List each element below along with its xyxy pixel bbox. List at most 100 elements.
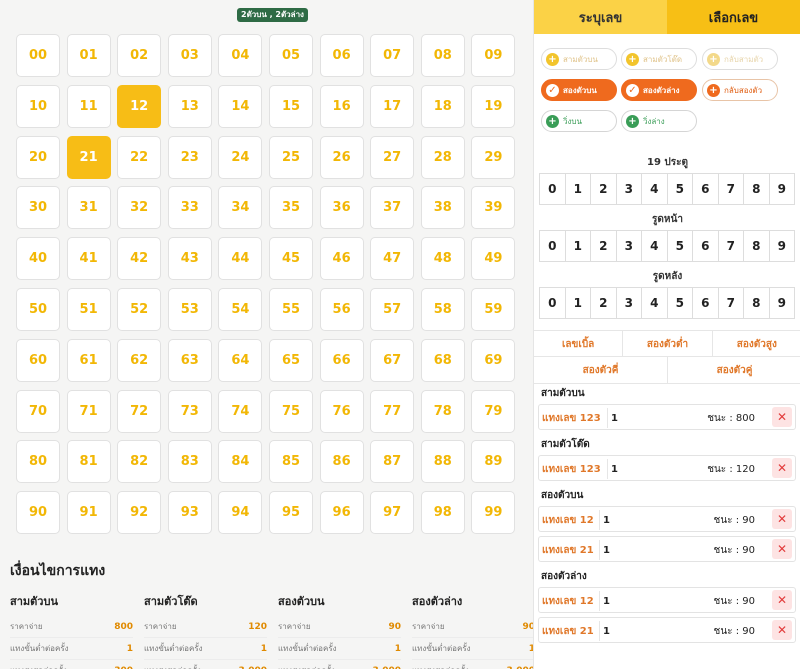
number-cell-28[interactable]: 28 (420, 135, 465, 179)
number-cell-71[interactable]: 71 (66, 389, 111, 433)
number-cell-90[interactable]: 90 (16, 491, 60, 535)
number-cell-68[interactable]: 68 (420, 338, 465, 382)
number-cell-27[interactable]: 27 (370, 135, 415, 179)
number-cell-25[interactable]: 25 (269, 135, 313, 179)
number-cell-11[interactable]: 11 (66, 84, 111, 128)
number-cell-82[interactable]: 82 (117, 440, 162, 484)
digit-button-1[interactable]: 1 (566, 288, 591, 318)
number-cell-24[interactable]: 24 (218, 135, 263, 179)
number-cell-60[interactable]: 60 (16, 338, 60, 382)
number-cell-75[interactable]: 75 (269, 389, 313, 433)
number-cell-20[interactable]: 20 (16, 135, 60, 179)
number-cell-42[interactable]: 42 (117, 237, 162, 281)
number-cell-94[interactable]: 94 (218, 491, 263, 535)
delete-icon[interactable]: ✕ (772, 620, 792, 640)
digit-button-4[interactable]: 4 (642, 231, 668, 261)
number-cell-77[interactable]: 77 (370, 389, 415, 433)
number-cell-23[interactable]: 23 (167, 135, 212, 179)
digit-button-7[interactable]: 7 (719, 288, 744, 318)
number-cell-73[interactable]: 73 (167, 389, 212, 433)
tab-pick-number[interactable]: เลือกเลข (667, 0, 800, 34)
number-cell-36[interactable]: 36 (319, 186, 364, 230)
number-cell-05[interactable]: 05 (269, 34, 313, 77)
number-cell-06[interactable]: 06 (319, 34, 364, 77)
digit-button-0[interactable]: 0 (540, 231, 566, 261)
number-cell-64[interactable]: 64 (218, 338, 263, 382)
number-cell-16[interactable]: 16 (319, 84, 364, 128)
number-cell-26[interactable]: 26 (319, 135, 364, 179)
number-cell-76[interactable]: 76 (319, 389, 364, 433)
number-cell-08[interactable]: 08 (420, 34, 465, 77)
bet-type-chip[interactable]: + วิ่งบน (541, 110, 617, 132)
digit-button-8[interactable]: 8 (744, 288, 770, 318)
number-cell-55[interactable]: 55 (269, 288, 313, 331)
number-cell-31[interactable]: 31 (66, 186, 111, 230)
number-cell-43[interactable]: 43 (167, 237, 212, 281)
number-cell-39[interactable]: 39 (471, 186, 516, 230)
number-cell-72[interactable]: 72 (117, 389, 162, 433)
number-cell-35[interactable]: 35 (269, 186, 313, 230)
number-cell-13[interactable]: 13 (167, 84, 212, 128)
number-cell-79[interactable]: 79 (471, 389, 516, 433)
number-cell-83[interactable]: 83 (167, 440, 212, 484)
bet-type-chip[interactable]: ✓ สองตัวล่าง (621, 79, 697, 101)
digit-button-6[interactable]: 6 (693, 288, 719, 318)
number-cell-98[interactable]: 98 (420, 491, 465, 535)
bet-type-chip[interactable]: + วิ่งล่าง (621, 110, 697, 132)
digit-button-3[interactable]: 3 (617, 174, 642, 204)
bet-amount-input[interactable]: 1 (599, 510, 610, 530)
number-cell-40[interactable]: 40 (16, 237, 60, 281)
number-cell-19[interactable]: 19 (471, 84, 516, 128)
number-cell-52[interactable]: 52 (117, 288, 162, 331)
number-cell-51[interactable]: 51 (66, 288, 111, 331)
number-cell-80[interactable]: 80 (16, 440, 60, 484)
number-cell-32[interactable]: 32 (117, 186, 162, 230)
number-cell-07[interactable]: 07 (370, 34, 415, 77)
delete-icon[interactable]: ✕ (772, 539, 792, 559)
number-cell-67[interactable]: 67 (370, 338, 415, 382)
digit-button-3[interactable]: 3 (617, 288, 642, 318)
number-cell-01[interactable]: 01 (66, 34, 111, 77)
bet-amount-input[interactable]: 1 (599, 540, 610, 560)
delete-icon[interactable]: ✕ (772, 509, 792, 529)
number-cell-81[interactable]: 81 (66, 440, 111, 484)
number-cell-03[interactable]: 03 (167, 34, 212, 77)
number-cell-57[interactable]: 57 (370, 288, 415, 331)
number-cell-49[interactable]: 49 (471, 237, 516, 281)
bet-amount-input[interactable]: 1 (607, 459, 618, 479)
quick-option[interactable]: สองตัวคู่ (668, 357, 800, 383)
quick-option[interactable]: สองตัวสูง (713, 331, 800, 357)
bet-amount-input[interactable]: 1 (599, 591, 610, 611)
bet-type-chip[interactable]: + กลับสามตัว (702, 48, 778, 70)
number-cell-61[interactable]: 61 (66, 338, 111, 382)
number-cell-92[interactable]: 92 (117, 491, 162, 535)
digit-button-2[interactable]: 2 (591, 288, 617, 318)
digit-button-9[interactable]: 9 (770, 174, 795, 204)
digit-button-9[interactable]: 9 (770, 231, 795, 261)
number-cell-85[interactable]: 85 (269, 440, 313, 484)
number-cell-87[interactable]: 87 (370, 440, 415, 484)
number-cell-22[interactable]: 22 (117, 135, 162, 179)
number-cell-89[interactable]: 89 (471, 440, 516, 484)
tab-specify-number[interactable]: ระบุเลข (534, 0, 667, 34)
number-cell-96[interactable]: 96 (319, 491, 364, 535)
number-cell-99[interactable]: 99 (471, 491, 516, 535)
digit-button-0[interactable]: 0 (540, 288, 566, 318)
digit-button-6[interactable]: 6 (693, 174, 719, 204)
digit-button-0[interactable]: 0 (540, 174, 566, 204)
number-cell-18[interactable]: 18 (420, 84, 465, 128)
number-cell-38[interactable]: 38 (420, 186, 465, 230)
digit-button-4[interactable]: 4 (642, 288, 668, 318)
quick-option[interactable]: เลขเบิ้ล (534, 331, 624, 357)
bet-type-chip[interactable]: + สามตัวโต๊ด (621, 48, 697, 70)
number-cell-15[interactable]: 15 (269, 84, 313, 128)
number-cell-69[interactable]: 69 (471, 338, 516, 382)
digit-button-5[interactable]: 5 (668, 174, 693, 204)
number-cell-44[interactable]: 44 (218, 237, 263, 281)
number-cell-09[interactable]: 09 (471, 34, 516, 77)
number-cell-53[interactable]: 53 (167, 288, 212, 331)
digit-button-7[interactable]: 7 (719, 231, 744, 261)
number-cell-02[interactable]: 02 (117, 34, 162, 77)
digit-button-2[interactable]: 2 (591, 174, 617, 204)
digit-button-5[interactable]: 5 (668, 288, 693, 318)
